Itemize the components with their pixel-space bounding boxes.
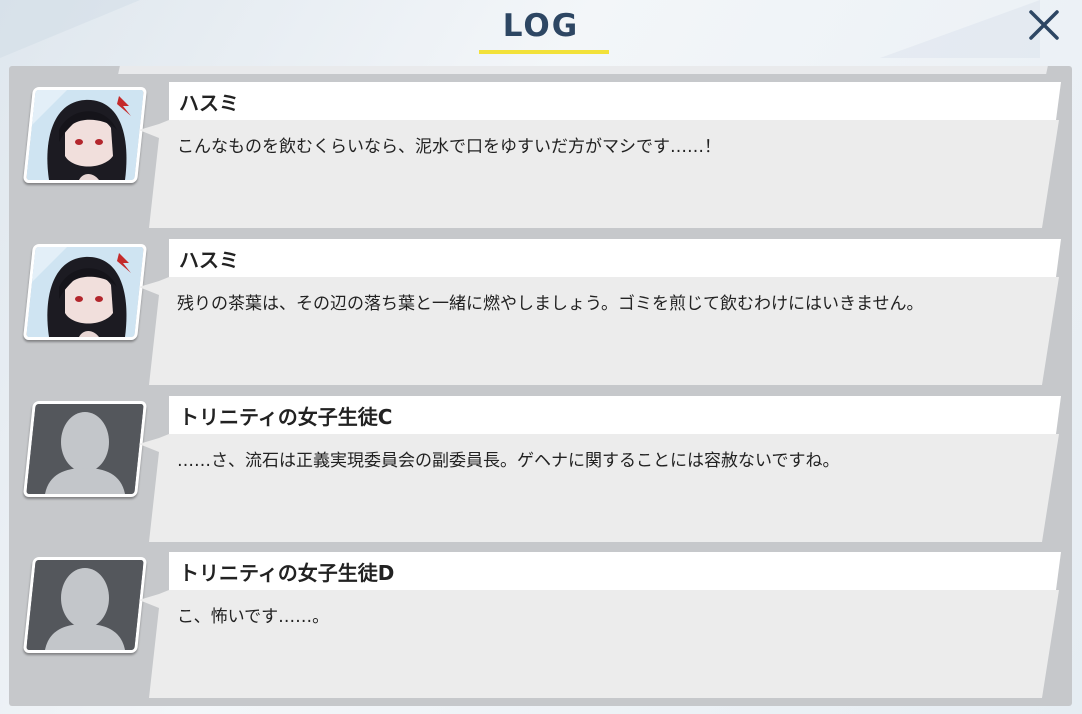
speaker-name: トリニティの女子生徒D [179, 561, 395, 585]
message-bubble: ハスミ こんなものを飲むくらいなら、泥水で口をゆすいだ方がマシです……！ [139, 82, 1064, 228]
avatar [22, 244, 148, 340]
speaker-name: ハスミ [179, 91, 239, 115]
log-entry: ハスミ 残りの茶葉は、その辺の落ち葉と一緒に燃やしましょう。ゴミを煎じて飲むわけ… [9, 223, 1072, 385]
message-text: 残りの茶葉は、その辺の落ち葉と一緒に燃やしましょう。ゴミを煎じて飲むわけにはいき… [177, 294, 924, 314]
message-bubble: トリニティの女子生徒C ……さ、流石は正義実現委員会の副委員長。ゲヘナに関するこ… [139, 396, 1064, 542]
default-avatar-icon [27, 404, 143, 494]
avatar [22, 557, 148, 653]
log-entry: トリニティの女子生徒D こ、怖いです……。 [9, 536, 1072, 698]
page-title: LOG [502, 8, 580, 44]
header: LOG [0, 0, 1082, 58]
default-avatar-icon [27, 560, 143, 650]
character-portrait-icon [27, 90, 143, 180]
log-entry: ハスミ こんなものを飲むくらいなら、泥水で口をゆすいだ方がマシです……！ [9, 66, 1072, 228]
message-text: こ、怖いです……。 [177, 607, 330, 627]
character-portrait-icon [27, 247, 143, 337]
title-underline [479, 50, 609, 54]
avatar [22, 401, 148, 497]
message-bubble: ハスミ 残りの茶葉は、その辺の落ち葉と一緒に燃やしましょう。ゴミを煎じて飲むわけ… [139, 239, 1064, 385]
close-icon[interactable] [1022, 6, 1066, 46]
message-text: こんなものを飲むくらいなら、泥水で口をゆすいだ方がマシです……！ [177, 137, 721, 157]
log-list[interactable]: ハスミ こんなものを飲むくらいなら、泥水で口をゆすいだ方がマシです……！ ハスミ… [9, 66, 1072, 706]
close-button[interactable] [1022, 6, 1066, 46]
message-text: ……さ、流石は正義実現委員会の副委員長。ゲヘナに関することには容赦ないですね。 [177, 451, 840, 471]
avatar [22, 87, 148, 183]
speaker-name: トリニティの女子生徒C [179, 405, 393, 429]
speaker-name: ハスミ [179, 248, 239, 272]
message-bubble: トリニティの女子生徒D こ、怖いです……。 [139, 552, 1064, 698]
log-entry: トリニティの女子生徒C ……さ、流石は正義実現委員会の副委員長。ゲヘナに関するこ… [9, 380, 1072, 542]
